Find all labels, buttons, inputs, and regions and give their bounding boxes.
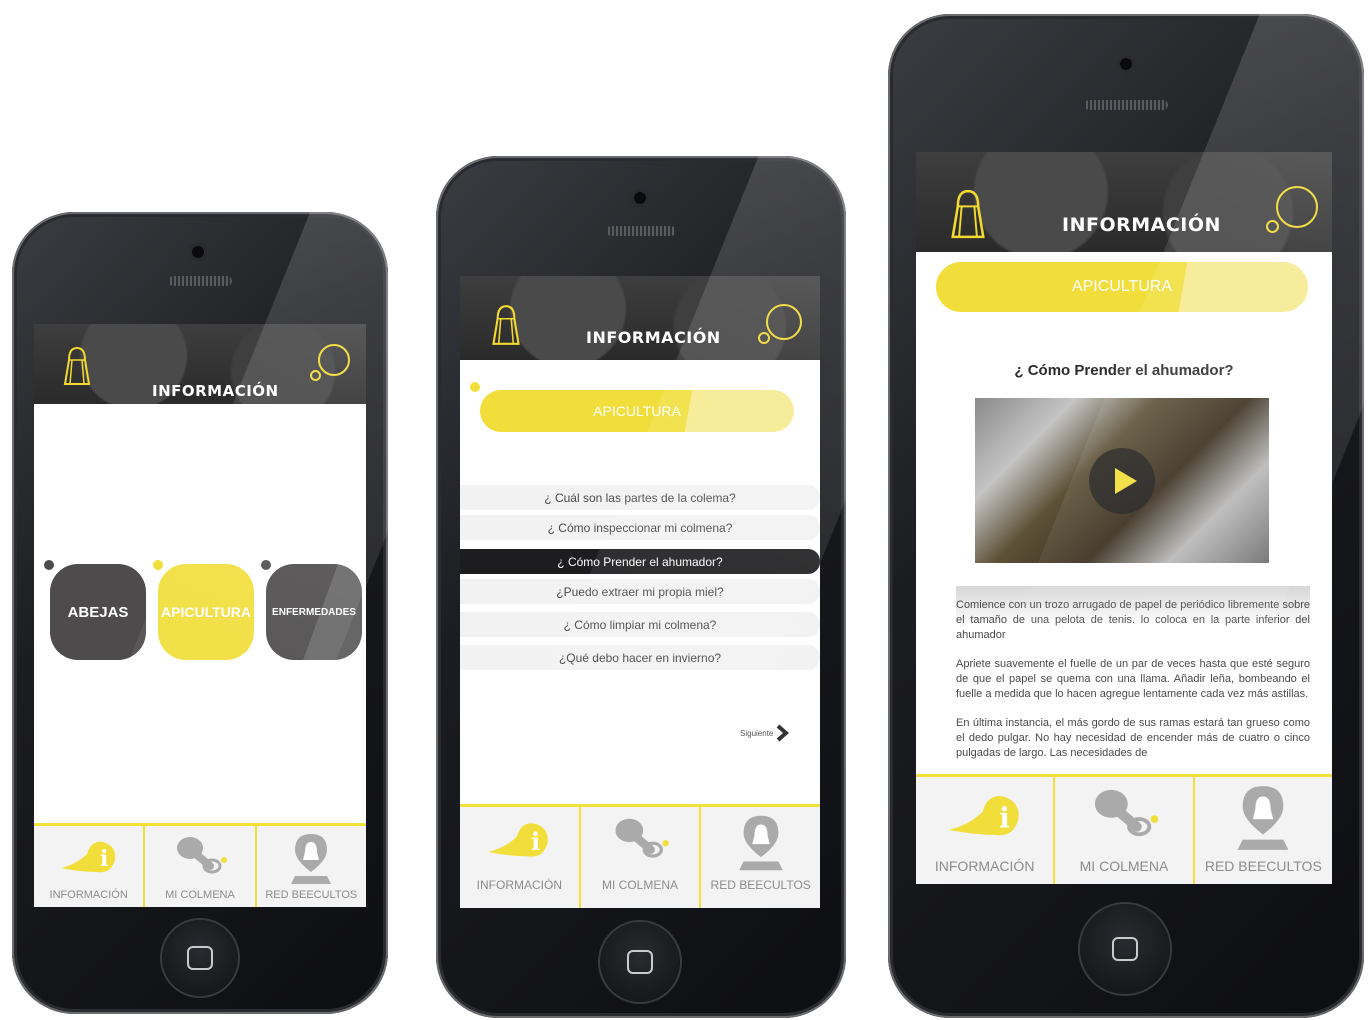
earpiece-speaker [1084, 100, 1168, 110]
phone-small: INFORMACIÓN ABEJAS APICULTURA ENFERMEDAD… [12, 212, 388, 1014]
page-title: INFORMACIÓN [586, 328, 721, 347]
tab-informacion[interactable]: i INFORMACIÓN [916, 777, 1056, 884]
info-bulb-icon: i [488, 823, 549, 857]
article-paragraph: Comience con un trozo arrugado de papel … [956, 599, 1310, 641]
page-title: INFORMACIÓN [1062, 214, 1221, 236]
phone-medium: INFORMACIÓN APICULTURA ¿ Cuál son las pa… [436, 156, 846, 1018]
question-item[interactable]: ¿ Cómo limpiar mi colmena? [460, 612, 820, 637]
honey-bubble-icon [766, 304, 802, 340]
category-label: APICULTURA [161, 604, 251, 620]
app-header: INFORMACIÓN [460, 276, 820, 360]
article-paragraph: Apriete suavemente el fuelle de un par d… [956, 658, 1310, 700]
video-player[interactable] [975, 398, 1269, 563]
front-camera [192, 246, 204, 258]
tab-bar: i INFORMACIÓN MI COLMENA RED BEECULTOS [34, 823, 366, 907]
category-dot [44, 560, 54, 570]
app-screen: INFORMACIÓN APICULTURA ¿ Cuál son las pa… [460, 276, 820, 908]
honey-bubble-icon [1276, 186, 1318, 228]
home-button[interactable] [1080, 904, 1170, 994]
phone-large: INFORMACIÓN APICULTURA ¿ Cómo Prender el… [888, 14, 1364, 1018]
next-label: Siguiente [740, 728, 774, 738]
beekeeper-veil-icon [951, 189, 985, 239]
play-button[interactable] [1089, 448, 1155, 514]
next-link[interactable]: Siguiente [740, 724, 790, 742]
tab-label: RED BEECULTOS [710, 878, 811, 892]
tab-label: INFORMACIÓN [476, 878, 562, 892]
tab-label: MI COLMENA [165, 889, 235, 901]
bee-icon [176, 837, 227, 874]
section-pill[interactable]: APICULTURA [936, 262, 1308, 312]
chevron-right-icon [777, 724, 790, 742]
tab-red-beecultos[interactable]: RED BEECULTOS [701, 807, 820, 908]
category-label: ENFERMEDADES [272, 606, 356, 618]
question-item[interactable]: ¿Qué debo hacer en invierno? [460, 645, 820, 670]
category-enfermedades-button[interactable]: ENFERMEDADES [266, 564, 362, 660]
question-item[interactable]: ¿Puedo extraer mi propia miel? [460, 579, 820, 604]
category-dot [153, 560, 163, 570]
info-bulb-icon: i [948, 796, 1019, 836]
svg-text:i: i [531, 827, 540, 856]
beekeeper-pin-icon [738, 815, 783, 871]
tab-red-beecultos[interactable]: RED BEECULTOS [1195, 777, 1332, 884]
tab-label: INFORMACIÓN [934, 858, 1035, 874]
tab-label: MI COLMENA [602, 878, 679, 892]
category-apicultura-button[interactable]: APICULTURA [158, 564, 254, 660]
tab-informacion[interactable]: i INFORMACIÓN [460, 807, 581, 908]
app-header: INFORMACIÓN [916, 152, 1332, 252]
app-header: INFORMACIÓN [34, 324, 366, 404]
tab-mi-colmena[interactable]: MI COLMENA [1055, 777, 1195, 884]
article-body: Comience con un trozo arrugado de papel … [956, 586, 1310, 774]
question-item-selected[interactable]: ¿ Cómo Prender el ahumador? [460, 549, 820, 574]
section-dot [470, 382, 480, 392]
beekeeper-veil-icon [63, 346, 91, 385]
honey-bubble-icon [318, 344, 350, 376]
article-title: ¿ Cómo Prender el ahumador? [1014, 362, 1234, 379]
svg-text:i: i [100, 846, 108, 872]
front-camera [1120, 58, 1132, 70]
question-item[interactable]: ¿ Cuál son las partes de la colema? [460, 485, 820, 510]
beekeeper-pin-icon [1237, 786, 1289, 850]
beekeeper-veil-icon [492, 305, 520, 345]
beekeeper-pin-icon [291, 834, 332, 884]
mockup-stage: INFORMACIÓN ABEJAS APICULTURA ENFERMEDAD… [0, 0, 1368, 1020]
tab-red-beecultos[interactable]: RED BEECULTOS [257, 826, 366, 907]
article-paragraph: En última instancia, el más gordo de sus… [956, 717, 1310, 759]
tab-bar: i INFORMACIÓN MI COLMENA RED BEECULTOS [460, 804, 820, 908]
honey-bubble-small-icon [758, 332, 770, 344]
category-dot [261, 560, 271, 570]
page-title: INFORMACIÓN [152, 382, 279, 400]
tab-label: INFORMACIÓN [49, 889, 128, 901]
tab-bar: i INFORMACIÓN MI COLMENA RED BEECULTOS [916, 774, 1332, 884]
tab-mi-colmena[interactable]: MI COLMENA [581, 807, 702, 908]
home-button[interactable] [600, 922, 680, 1002]
tab-informacion[interactable]: i INFORMACIÓN [34, 826, 146, 907]
category-abejas-button[interactable]: ABEJAS [50, 564, 146, 660]
bee-icon [615, 818, 669, 858]
app-screen: INFORMACIÓN ABEJAS APICULTURA ENFERMEDAD… [34, 324, 366, 907]
category-label: ABEJAS [67, 603, 129, 621]
earpiece-speaker [168, 276, 232, 286]
home-button[interactable] [162, 920, 238, 996]
front-camera [634, 192, 646, 204]
question-item[interactable]: ¿ Cómo inspeccionar mi colmena? [460, 515, 820, 540]
section-pill[interactable]: APICULTURA [480, 390, 794, 432]
app-screen: INFORMACIÓN APICULTURA ¿ Cómo Prender el… [916, 152, 1332, 884]
svg-text:i: i [999, 801, 1010, 834]
tab-mi-colmena[interactable]: MI COLMENA [145, 826, 257, 907]
earpiece-speaker [606, 226, 676, 236]
honey-bubble-small-icon [310, 370, 321, 381]
tab-label: MI COLMENA [1079, 858, 1169, 874]
tab-label: RED BEECULTOS [1204, 858, 1322, 874]
honey-bubble-small-icon [1266, 220, 1279, 233]
tab-label: RED BEECULTOS [265, 889, 358, 901]
bee-icon [1094, 789, 1159, 837]
info-bulb-icon: i [60, 841, 115, 873]
play-icon [1115, 468, 1137, 494]
